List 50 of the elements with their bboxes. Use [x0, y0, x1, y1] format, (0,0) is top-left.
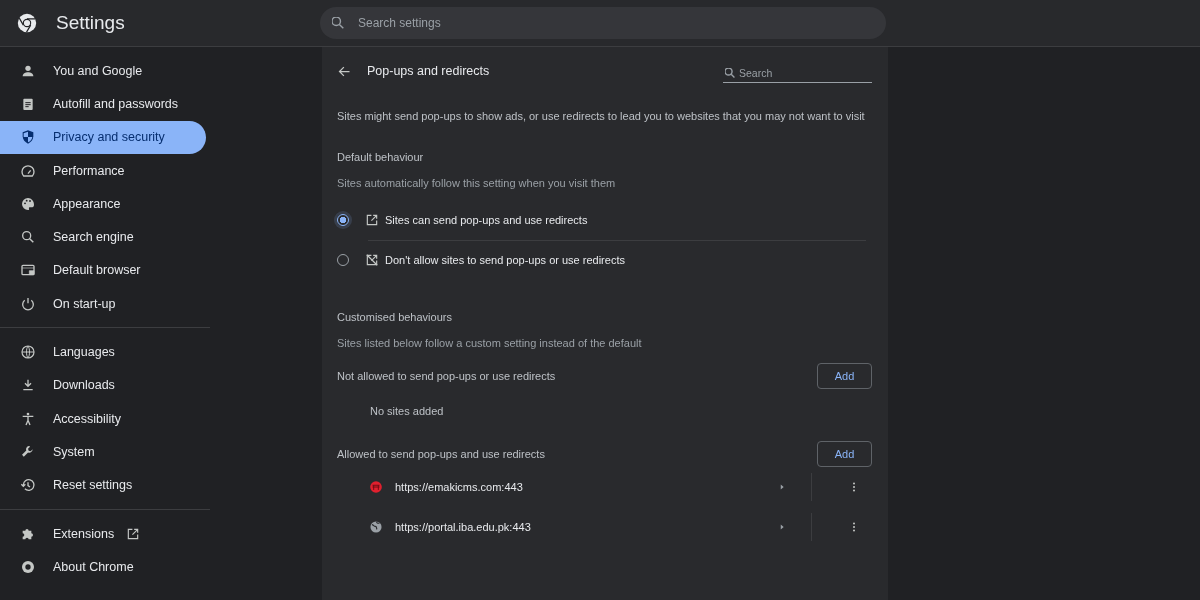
sidebar-item[interactable]: On start-up: [0, 287, 206, 321]
site-favicon-icon: [369, 480, 383, 494]
site-url[interactable]: https://portal.iba.edu.pk:443: [395, 521, 777, 533]
sidebar-item[interactable]: You and Google: [0, 54, 206, 88]
palette-icon: [20, 195, 36, 212]
sidebar-item[interactable]: Default browser: [0, 253, 206, 288]
search-icon: [332, 17, 344, 29]
sidebar-item[interactable]: Downloads: [0, 368, 206, 402]
accessibility-icon: [20, 410, 36, 427]
list-title: Not allowed to send pop-ups or use redirects: [337, 370, 556, 382]
search-field[interactable]: Search: [723, 64, 872, 83]
list-title: Allowed to send pop-ups and use redirects: [337, 448, 545, 460]
option-label: Sites can send pop-ups and use redirects: [385, 214, 588, 226]
sidebar-item[interactable]: About Chrome: [0, 550, 206, 584]
section-subtitle: Sites automatically follow this setting when you visit them: [337, 177, 617, 189]
power-icon: [20, 295, 36, 312]
chrome-logo-icon: [16, 12, 38, 34]
radio-button[interactable]: [337, 214, 349, 226]
sidebar-item[interactable]: Extensions: [0, 516, 206, 551]
add-button[interactable]: Add: [817, 363, 872, 389]
sidebar-item[interactable]: Autofill and passwords: [0, 87, 206, 121]
history-icon: [20, 477, 36, 494]
crossed-window-icon: [365, 253, 379, 267]
sidebar-item[interactable]: Reset settings: [0, 468, 206, 502]
site-url[interactable]: https://emakicms.com:443: [395, 481, 777, 493]
sidebar-item[interactable]: Performance: [0, 153, 206, 188]
external-link-icon: [126, 526, 141, 541]
page-title: Pop-ups and redirects: [367, 64, 491, 78]
section-subtitle: Sites listed below follow a custom setting instead of the default: [337, 337, 643, 349]
option-label: Don't allow sites to send pop-ups or use redirects: [385, 254, 625, 266]
sidebar-item[interactable]: Appearance: [0, 187, 206, 221]
external-window-icon: [365, 213, 379, 227]
sidebar-item[interactable]: Accessibility: [0, 401, 206, 436]
sidebar-item[interactable]: Privacy and security: [0, 120, 206, 154]
globe-icon: [20, 344, 36, 360]
gauge-icon: [20, 162, 36, 179]
search-icon: [725, 68, 735, 78]
search-icon: [20, 229, 36, 246]
settings-title: Settings: [56, 12, 125, 34]
shield-icon: [20, 129, 36, 146]
section-heading: Customised behaviours: [337, 311, 453, 323]
sidebar-item[interactable]: Languages: [0, 335, 206, 369]
sidebar-item[interactable]: System: [0, 435, 206, 469]
empty-state-text: No sites added: [370, 405, 445, 417]
sidebar-item[interactable]: Search engine: [0, 220, 206, 254]
add-button[interactable]: Add: [817, 441, 872, 467]
search-settings-field[interactable]: Search settings: [320, 7, 886, 39]
globe-icon: [369, 520, 383, 534]
description-text: Sites might send pop-ups to show ads, or use redirects to lead you to websites that you may not want to visit: [337, 109, 866, 124]
section-heading: Default behaviour: [337, 151, 425, 163]
